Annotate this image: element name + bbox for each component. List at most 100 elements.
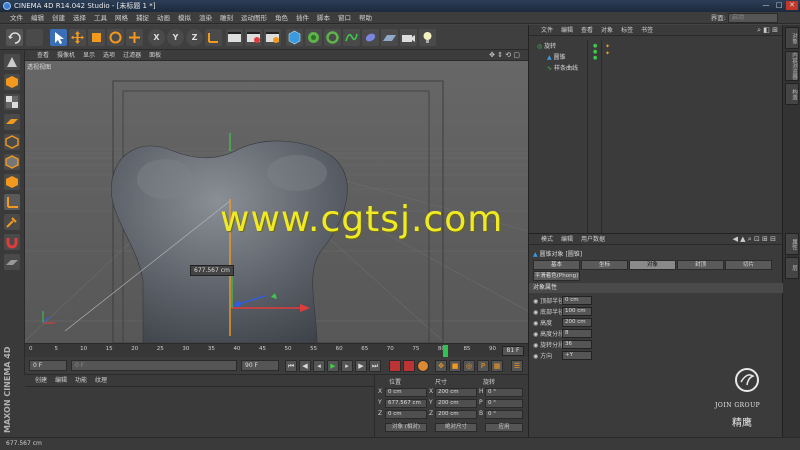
spline-icon[interactable] [343, 29, 360, 46]
size-z-field[interactable]: 200 cm [435, 410, 477, 419]
size-mode-select[interactable]: 绝对尺寸 [435, 423, 477, 432]
record-scale-icon[interactable]: ■ [449, 360, 461, 372]
attribute-menu-mode[interactable]: 模式 [537, 234, 557, 245]
size-x-field[interactable]: 200 cm [435, 388, 477, 397]
autokey-icon[interactable] [403, 360, 415, 372]
menu-help[interactable]: 帮助 [355, 12, 376, 24]
viewport-menu-options[interactable]: 选项 [99, 50, 119, 61]
frame-range-slider[interactable]: 0 F [71, 360, 237, 371]
viewport-menu-panel[interactable]: 面板 [145, 50, 165, 61]
record-parameter-icon[interactable]: P [477, 360, 489, 372]
close-button[interactable]: ✕ [786, 1, 798, 10]
object-menu-tags[interactable]: 标签 [617, 25, 637, 36]
render-settings-icon[interactable] [264, 29, 281, 46]
menu-mesh[interactable]: 网格 [111, 12, 132, 24]
tweak-mode-icon[interactable] [4, 214, 20, 230]
menu-render[interactable]: 渲染 [195, 12, 216, 24]
rotation-b-field[interactable]: 0 ° [485, 410, 523, 419]
menu-sculpt[interactable]: 雕刻 [216, 12, 237, 24]
render-to-picture-viewer-icon[interactable] [245, 29, 262, 46]
make-editable-icon[interactable] [4, 54, 20, 70]
orientation-select[interactable]: +Y [562, 351, 592, 360]
prev-key-button[interactable]: ◀ [299, 360, 311, 372]
workplane-lock-icon[interactable] [4, 254, 20, 270]
layout-select[interactable]: 启动 [728, 13, 778, 23]
material-menu-function[interactable]: 功能 [71, 375, 91, 386]
tab-layers[interactable]: 层 [785, 257, 799, 279]
object-row-spline[interactable]: ∿ 样条曲线 [547, 63, 578, 72]
tab-phong[interactable]: 平滑着色(Phong) [533, 271, 580, 281]
rotation-segments-field[interactable]: 36 [562, 340, 592, 349]
record-active-objects-icon[interactable] [389, 360, 401, 372]
z-axis-lock-button[interactable]: Z [186, 29, 203, 46]
object-row-cone[interactable]: ▲ 圆锥 [547, 52, 566, 61]
camera-icon[interactable] [400, 29, 417, 46]
object-menu-objects[interactable]: 对象 [597, 25, 617, 36]
apply-button[interactable]: 应用 [485, 423, 523, 432]
menu-character[interactable]: 角色 [271, 12, 292, 24]
rotation-h-field[interactable]: 0 ° [485, 388, 523, 397]
y-axis-lock-button[interactable]: Y [167, 29, 184, 46]
polygons-mode-icon[interactable] [4, 174, 20, 190]
menu-edit[interactable]: 编辑 [27, 12, 48, 24]
viewport-menu-cameras[interactable]: 摄像机 [53, 50, 79, 61]
viewport-nav-icons[interactable]: ✥ ⇕ ⟲ ▢ [485, 50, 524, 61]
live-selection-icon[interactable] [50, 29, 67, 46]
array-icon[interactable] [324, 29, 341, 46]
timeline-layout-icon[interactable]: ☰ [511, 360, 523, 372]
timeline-ruler[interactable]: 0 5 10 15 20 25 30 35 40 45 50 55 60 65 70 75 80 85 90 81 … [25, 343, 528, 357]
position-z-field[interactable]: 0 cm [385, 410, 427, 419]
object-menu-file[interactable]: 文件 [537, 25, 557, 36]
edges-mode-icon[interactable] [4, 154, 20, 170]
menu-snap[interactable]: 捕捉 [132, 12, 153, 24]
perspective-viewport[interactable]: 透视视图 677.567 cm www.cgtsj.com [25, 61, 528, 343]
end-frame-field[interactable]: 90 F [241, 360, 279, 371]
tab-coordinates[interactable]: 坐标 [581, 260, 628, 270]
rotate-icon[interactable] [107, 29, 124, 46]
x-axis-lock-button[interactable]: X [148, 29, 165, 46]
record-pla-icon[interactable]: ▦ [491, 360, 503, 372]
object-row-lathe[interactable]: ◎ 旋转 [537, 41, 556, 50]
tag-icon[interactable]: ✦ ✦ [605, 43, 610, 57]
attribute-nav-icons[interactable]: ◀ ▲ ⌕ ⊡ ⊞ ⊟ [733, 235, 776, 244]
tab-content-browser[interactable]: 内容浏览器 [785, 51, 799, 81]
recent-tool-icon[interactable] [126, 29, 143, 46]
menu-animate[interactable]: 动画 [153, 12, 174, 24]
viewport-menu-filter[interactable]: 过滤器 [119, 50, 145, 61]
menu-tools[interactable]: 工具 [90, 12, 111, 24]
menu-plugins[interactable]: 插件 [292, 12, 313, 24]
step-back-button[interactable]: ◂ [313, 360, 325, 372]
menu-select[interactable]: 选择 [69, 12, 90, 24]
cube-icon[interactable] [286, 29, 303, 46]
tab-object[interactable]: 对象 [629, 260, 676, 270]
menu-file[interactable]: 文件 [6, 12, 27, 24]
tab-basic[interactable]: 基本 [533, 260, 580, 270]
axis-mode-icon[interactable] [4, 194, 20, 210]
viewport-menu-display[interactable]: 显示 [79, 50, 99, 61]
scale-icon[interactable] [88, 29, 105, 46]
height-segments-field[interactable]: 8 [562, 329, 592, 338]
material-menu-texture[interactable]: 纹理 [91, 375, 111, 386]
menu-simulate[interactable]: 模拟 [174, 12, 195, 24]
top-radius-field[interactable]: 0 cm [562, 296, 592, 305]
render-view-icon[interactable] [226, 29, 243, 46]
model-mode-icon[interactable] [4, 74, 20, 90]
viewport-menu-view[interactable]: 查看 [33, 50, 53, 61]
height-field[interactable]: 200 cm [562, 318, 592, 327]
material-menu-create[interactable]: 创建 [31, 375, 51, 386]
menu-window[interactable]: 窗口 [334, 12, 355, 24]
magnet-snap-icon[interactable] [4, 234, 20, 250]
floor-icon[interactable] [381, 29, 398, 46]
record-rotation-icon[interactable]: ◎ [463, 360, 475, 372]
timeline-playhead[interactable] [443, 345, 448, 357]
object-menu-view[interactable]: 查看 [577, 25, 597, 36]
rotation-p-field[interactable]: 0 ° [485, 399, 523, 408]
points-mode-icon[interactable] [4, 134, 20, 150]
record-position-icon[interactable]: ✥ [435, 360, 447, 372]
coordinate-mode-select[interactable]: 对象 (相对) [385, 423, 427, 432]
texture-mode-icon[interactable] [4, 94, 20, 110]
object-menu-edit[interactable]: 编辑 [557, 25, 577, 36]
visibility-dots-icon[interactable]: ● ● ● [593, 43, 597, 61]
attribute-menu-userdata[interactable]: 用户数据 [577, 234, 609, 245]
go-to-end-button[interactable]: ⏭ [369, 360, 381, 372]
